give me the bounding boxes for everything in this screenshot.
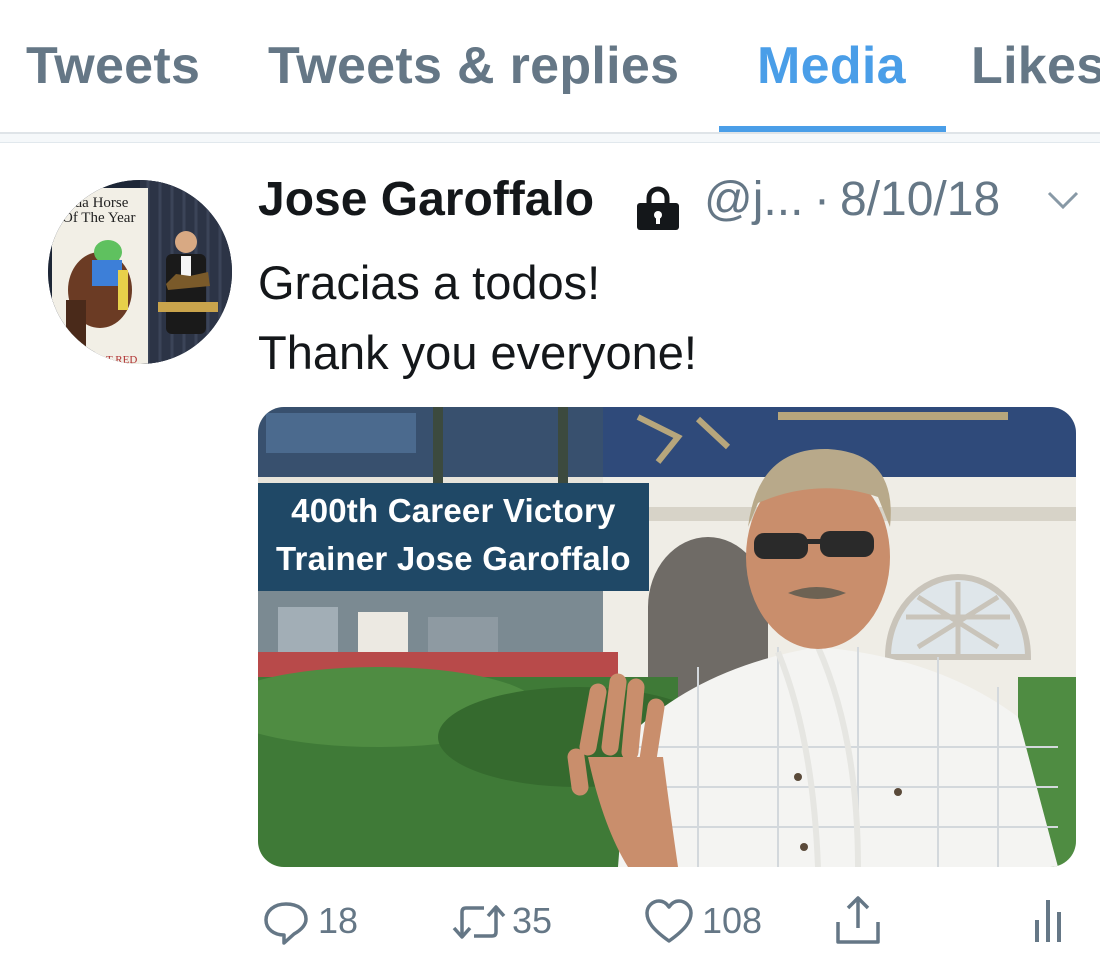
media-caption-line-1: 400th Career Victory [291,492,616,529]
tweet-media-image[interactable]: 400th Career Victory Trainer Jose Garoff… [258,407,1076,867]
like-count: 108 [702,900,763,941]
retweet-icon [452,905,506,939]
tab-media[interactable]: Media [757,36,906,96]
author-name[interactable]: Jose Garoffalo [258,172,594,227]
avatar[interactable]: orida Horse Of The Year T RED [48,180,232,364]
analytics-icon [1035,900,1061,942]
profile-tabs: Tweets Tweets & replies Media Likes [0,0,1100,134]
separator-dot: · [814,173,830,226]
lock-icon [637,186,679,230]
media-caption: 400th Career Victory Trainer Jose Garoff… [258,483,649,591]
heart-icon [645,899,693,943]
tab-likes[interactable]: Likes [971,36,1100,96]
like-button[interactable]: 108 [644,890,774,950]
avatar-footer-text: T RED [106,354,137,364]
tweet-text-line-2: Thank you everyone! [258,326,697,379]
retweet-count: 35 [512,900,553,941]
tweet-date[interactable]: 8/10/18 [840,172,1000,227]
tab-tweets-and-replies[interactable]: Tweets & replies [268,36,679,96]
media-caption-line-2: Trainer Jose Garoffalo [276,540,631,577]
media-photo [258,407,1076,867]
section-separator [0,134,1100,143]
reply-count: 18 [318,900,359,941]
tab-tweets[interactable]: Tweets [26,36,200,96]
tweet-actions: 18 35 108 [0,890,1100,960]
chevron-down-icon[interactable] [1046,188,1080,212]
tweet-text: Gracias a todos! Thank you everyone! [258,248,697,388]
author-handle[interactable]: @j... [704,172,803,227]
share-icon [836,896,880,944]
avatar-plaque-text-1: orida Horse [58,195,129,211]
reply-icon [264,902,308,945]
share-button[interactable] [834,890,884,950]
avatar-image: orida Horse Of The Year T RED [48,180,232,364]
reply-button[interactable]: 18 [262,890,362,950]
retweet-button[interactable]: 35 [450,890,560,950]
avatar-plaque-text-2: Of The Year [62,210,135,226]
tweet-text-line-1: Gracias a todos! [258,256,601,309]
analytics-button[interactable] [1030,890,1070,950]
